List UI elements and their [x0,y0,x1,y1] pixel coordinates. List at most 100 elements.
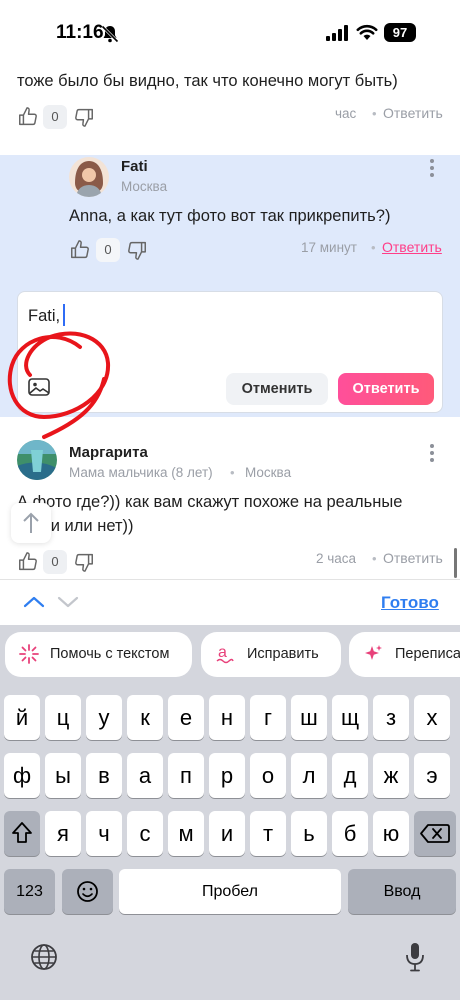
author-name[interactable]: Маргарита [69,444,148,461]
key[interactable]: й [4,695,40,740]
thumb-down-icon[interactable] [73,551,95,573]
key[interactable]: н [209,695,245,740]
key[interactable]: р [209,753,245,798]
comment-time: 2 часа [316,551,357,566]
scrollbar[interactable] [454,548,457,578]
reply-link[interactable]: Ответить [383,105,443,121]
key[interactable]: б [332,811,368,856]
key[interactable]: ж [373,753,409,798]
comment-text: тоже было бы видно, так что конечно могу… [17,72,398,90]
author-location: Москва [245,465,292,480]
key[interactable]: у [86,695,122,740]
separator-dot: • [372,106,377,121]
comment-actions: 0 час • Ответить [17,102,447,132]
reply-input[interactable]: Fati, [28,304,66,326]
thumb-down-icon[interactable] [126,239,148,261]
space-key[interactable]: Пробел [119,869,341,914]
key[interactable]: г [250,695,286,740]
battery-icon: 97 [384,23,416,42]
key[interactable]: щ [332,695,368,740]
backspace-key[interactable] [414,811,456,856]
key[interactable]: э [414,753,450,798]
shift-icon [12,822,32,843]
comment-time: час [335,106,357,121]
spell-check-icon: a [216,644,234,664]
key[interactable]: а [127,753,163,798]
key[interactable]: ю [373,811,409,856]
suggestion-help-with-text[interactable]: Помочь с текстом [5,632,192,677]
wifi-icon [356,24,378,40]
reply-link[interactable]: Ответить [383,550,443,566]
thumb-up-icon[interactable] [17,106,39,128]
key[interactable]: и [209,811,245,856]
done-button[interactable]: Готово [381,593,439,613]
thumb-down-icon[interactable] [73,106,95,128]
comment-actions: 0 17 минут • Ответить [69,235,449,265]
like-count: 0 [43,550,67,574]
key[interactable]: к [127,695,163,740]
key[interactable]: ч [86,811,122,856]
thumb-up-icon[interactable] [17,551,39,573]
key[interactable]: ц [45,695,81,740]
key[interactable]: я [45,811,81,856]
shift-key[interactable] [4,811,40,856]
enter-key[interactable]: Ввод [348,869,456,914]
suggestion-label: Исправить [247,646,319,662]
key[interactable]: ы [45,753,81,798]
chevron-down-icon[interactable] [56,594,80,610]
key[interactable]: т [250,811,286,856]
emoji-icon [77,881,98,902]
thumb-up-icon[interactable] [69,239,91,261]
key[interactable]: п [168,753,204,798]
key[interactable]: х [414,695,450,740]
key[interactable]: е [168,695,204,740]
key[interactable]: о [250,753,286,798]
suggestion-rewrite[interactable]: Переписать [349,632,460,677]
avatar[interactable] [69,157,109,197]
key[interactable]: в [86,753,122,798]
key[interactable]: ф [4,753,40,798]
backspace-icon [420,824,450,843]
like-count: 0 [96,238,120,262]
reply-input-value: Fati, [28,307,61,325]
suggestion-label: Помочь с текстом [50,646,170,662]
suggestion-fix[interactable]: a Исправить [201,632,341,677]
submit-reply-button[interactable]: Ответить [338,373,434,405]
text-caret [63,304,66,326]
microphone-icon[interactable] [404,941,426,973]
arrow-up-icon [23,512,39,533]
svg-text:a: a [218,644,227,661]
keyboard: Помочь с текстом a Исправить Переписать … [0,625,460,1000]
avatar[interactable] [17,440,57,480]
sparkle-icon [365,645,382,660]
sparkle-icon [19,644,39,664]
numbers-key[interactable]: 123 [4,869,55,914]
key[interactable]: д [332,753,368,798]
comment-time: 17 минут [301,240,357,255]
signal-icon [326,25,350,41]
key[interactable]: ь [291,811,327,856]
reply-link[interactable]: Ответить [382,239,442,255]
status-bar: 11:16 97 [0,0,460,64]
key[interactable]: с [127,811,163,856]
cancel-button[interactable]: Отменить [226,373,328,405]
bell-muted-icon [101,25,119,43]
author-name[interactable]: Fati [121,158,148,175]
separator-dot: • [371,240,376,255]
globe-icon[interactable] [30,943,58,971]
scroll-up-button[interactable] [11,503,51,543]
keyboard-accessory-bar: Готово [0,579,460,625]
chevron-up-icon[interactable] [22,594,46,610]
more-icon[interactable] [430,159,434,180]
emoji-key[interactable] [62,869,113,914]
key[interactable]: ш [291,695,327,740]
comment-text-line: А фото где?)) как вам скажут похоже на р… [17,493,403,511]
author-subtitle: Мама мальчика (8 лет) [69,465,213,480]
suggestion-label: Переписать [395,646,460,662]
key[interactable]: л [291,753,327,798]
more-icon[interactable] [430,444,434,465]
like-count: 0 [43,105,67,129]
key[interactable]: з [373,695,409,740]
key[interactable]: м [168,811,204,856]
red-circle-annotation [7,331,111,439]
